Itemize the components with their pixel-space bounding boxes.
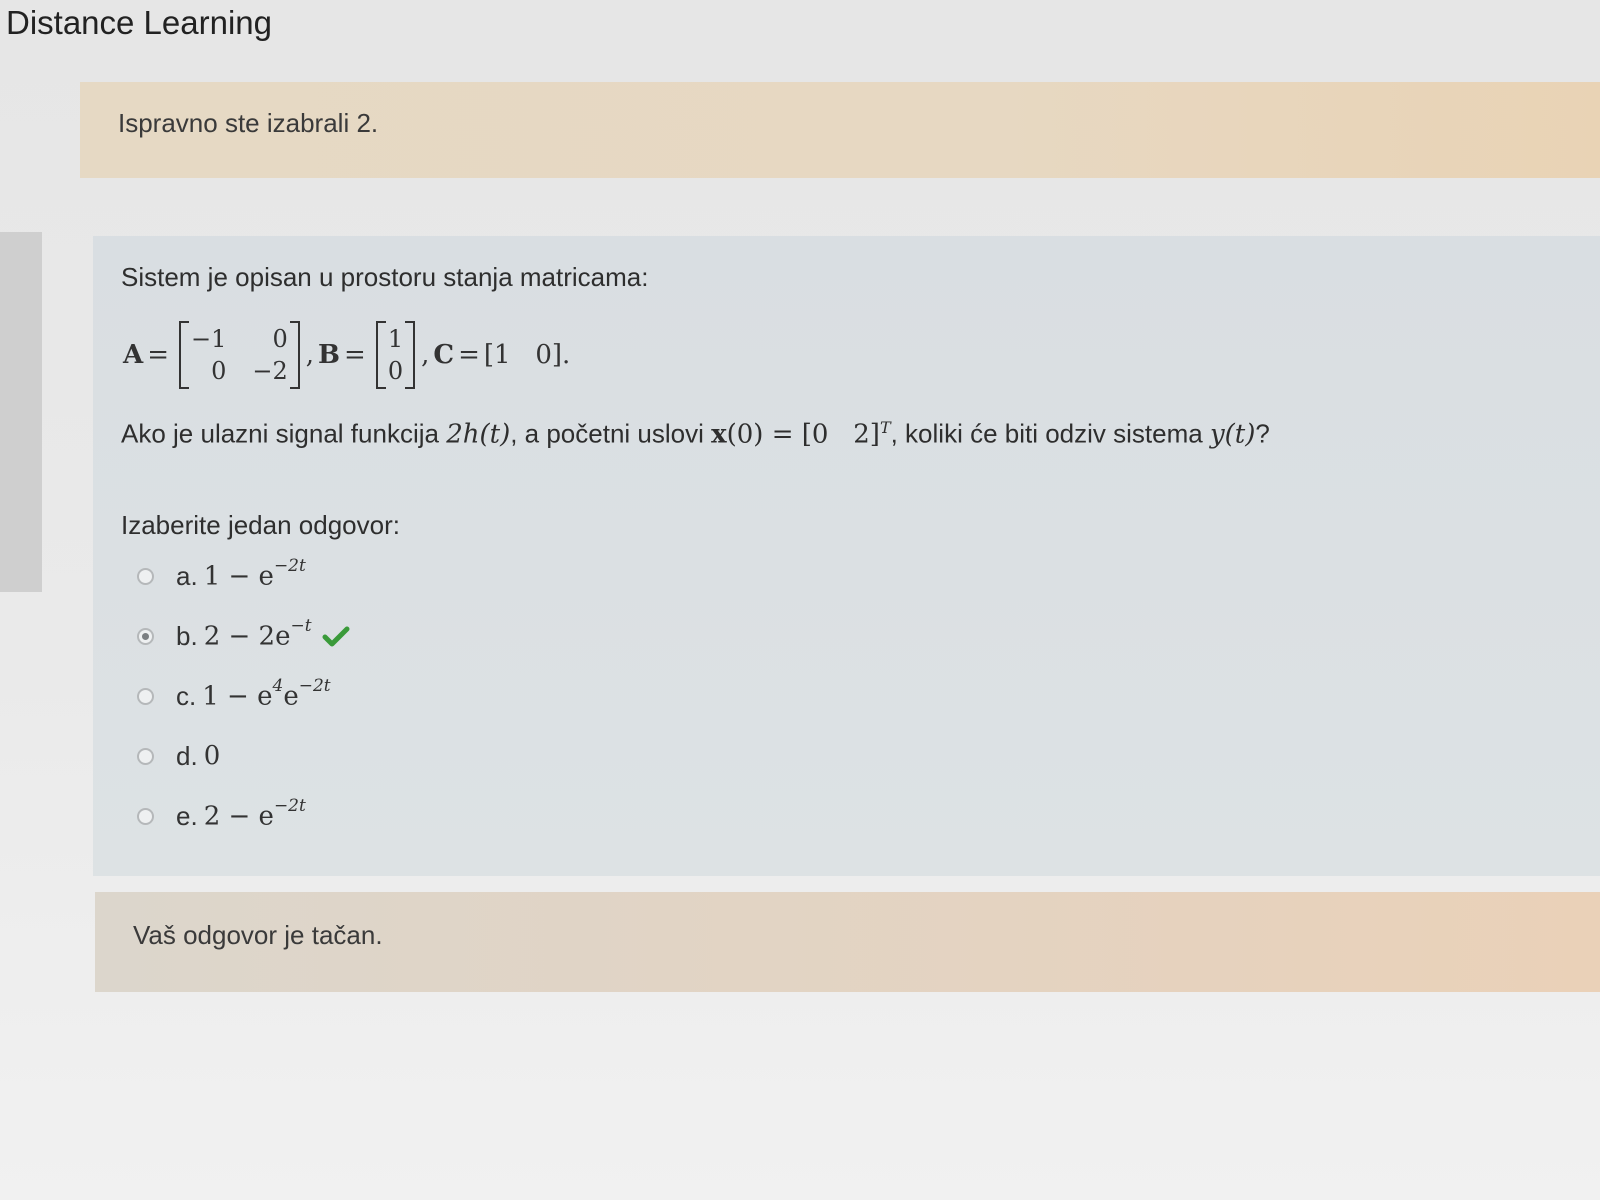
option-letter: e.: [176, 800, 198, 831]
comma: ,: [421, 340, 430, 370]
matrix-a-label: A: [123, 340, 144, 370]
question-intro: Sistem je opisan u prostoru stanja matri…: [121, 262, 649, 292]
radio-button[interactable]: [137, 807, 154, 825]
matrix-b-label: B: [318, 340, 341, 370]
period: .: [562, 340, 571, 370]
site-title[interactable]: Distance Learning: [6, 4, 272, 42]
attempt-feedback-banner: Ispravno ste izabrali 2.: [80, 82, 1600, 178]
option-expression: 0: [204, 741, 221, 771]
check-icon: [322, 626, 350, 647]
state-vector-label: x: [711, 419, 727, 450]
input-signal: 2h(t): [446, 419, 511, 450]
option-exponent: −t: [290, 616, 312, 637]
matrix-a-cell: 0: [272, 325, 288, 353]
radio-button[interactable]: [137, 747, 154, 765]
answer-options: a. 1 − e−2t b. 2 − 2e−t c. 1 − e4e−2t d.…: [137, 546, 350, 846]
radio-button[interactable]: [137, 567, 154, 585]
matrix-b: 1 0: [375, 321, 416, 389]
option-expression: 2 − 2e−t: [203, 616, 312, 652]
matrix-a-cell: −2: [252, 357, 288, 385]
question-mark: ?: [1255, 418, 1270, 449]
answer-feedback-banner: Vaš odgovor je tačan.: [95, 892, 1600, 992]
attempt-feedback-text: Ispravno ste izabrali 2.: [118, 108, 379, 138]
option-expression: 1 − e4e−2t: [202, 676, 330, 712]
matrix-a-cell: 0: [211, 357, 227, 385]
option-exponent: −2t: [273, 796, 306, 817]
radio-button-selected[interactable]: [137, 627, 154, 645]
option-letter: a.: [176, 560, 198, 591]
matrix-c-value: [1 0]: [483, 340, 563, 370]
transpose-mark: T: [879, 418, 891, 437]
option-letter: b.: [176, 620, 198, 651]
matrix-a-cell: −1: [190, 325, 227, 353]
answer-option-d[interactable]: d. 0: [137, 726, 350, 786]
option-expression: 2 − e−2t: [203, 796, 306, 832]
equals-sign: =: [147, 340, 169, 370]
option-letter: c.: [176, 680, 197, 711]
equals-sign: =: [344, 340, 366, 370]
matrix-c-label: C: [433, 340, 455, 370]
answer-prompt: Izaberite jedan odgovor:: [121, 510, 400, 540]
state-space-matrices: A = −1 0 0 −2 , B = 1 0 , C = [1 0] .: [123, 310, 570, 400]
matrix-b-cell: 0: [387, 357, 404, 385]
answer-option-a[interactable]: a. 1 − e−2t: [137, 546, 350, 606]
question-panel: Sistem je opisan u prostoru stanja matri…: [93, 236, 1600, 876]
option-base: 1 − e: [202, 681, 273, 712]
initial-state-value: (0) = [0 2]: [726, 419, 880, 450]
option-exponent: −2t: [273, 556, 306, 577]
radio-button[interactable]: [137, 687, 154, 705]
answer-feedback-text: Vaš odgovor je tačan.: [133, 920, 383, 950]
answer-option-e[interactable]: e. 2 − e−2t: [137, 786, 350, 846]
option-base: 0: [203, 741, 221, 771]
comma: ,: [305, 340, 315, 370]
option-letter: d.: [176, 740, 198, 771]
question-text-part: Ako je ulazni signal funkcija: [121, 418, 447, 449]
question-text: Ako je ulazni signal funkcija 2h(t), a p…: [121, 418, 1270, 450]
option-base: 2 − e: [203, 801, 274, 832]
question-text-part: , koliki će biti odziv sistema: [890, 418, 1210, 449]
option-exponent: −2t: [298, 676, 331, 697]
answer-option-b[interactable]: b. 2 − 2e−t: [137, 606, 350, 666]
output-signal: y(t): [1209, 419, 1256, 450]
matrix-a: −1 0 0 −2: [178, 321, 300, 389]
option-base: 2 − 2e: [203, 621, 291, 652]
matrix-b-cell: 1: [387, 325, 404, 353]
option-expression: 1 − e−2t: [203, 556, 306, 592]
option-base-mid: e: [283, 681, 299, 712]
option-exponent: 4: [272, 676, 284, 697]
question-text-part: , a početni uslovi: [510, 418, 712, 449]
question-info-strip: [0, 232, 42, 592]
option-base: 1 − e: [203, 561, 274, 592]
equals-sign: =: [458, 340, 480, 370]
answer-option-c[interactable]: c. 1 − e4e−2t: [137, 666, 350, 726]
